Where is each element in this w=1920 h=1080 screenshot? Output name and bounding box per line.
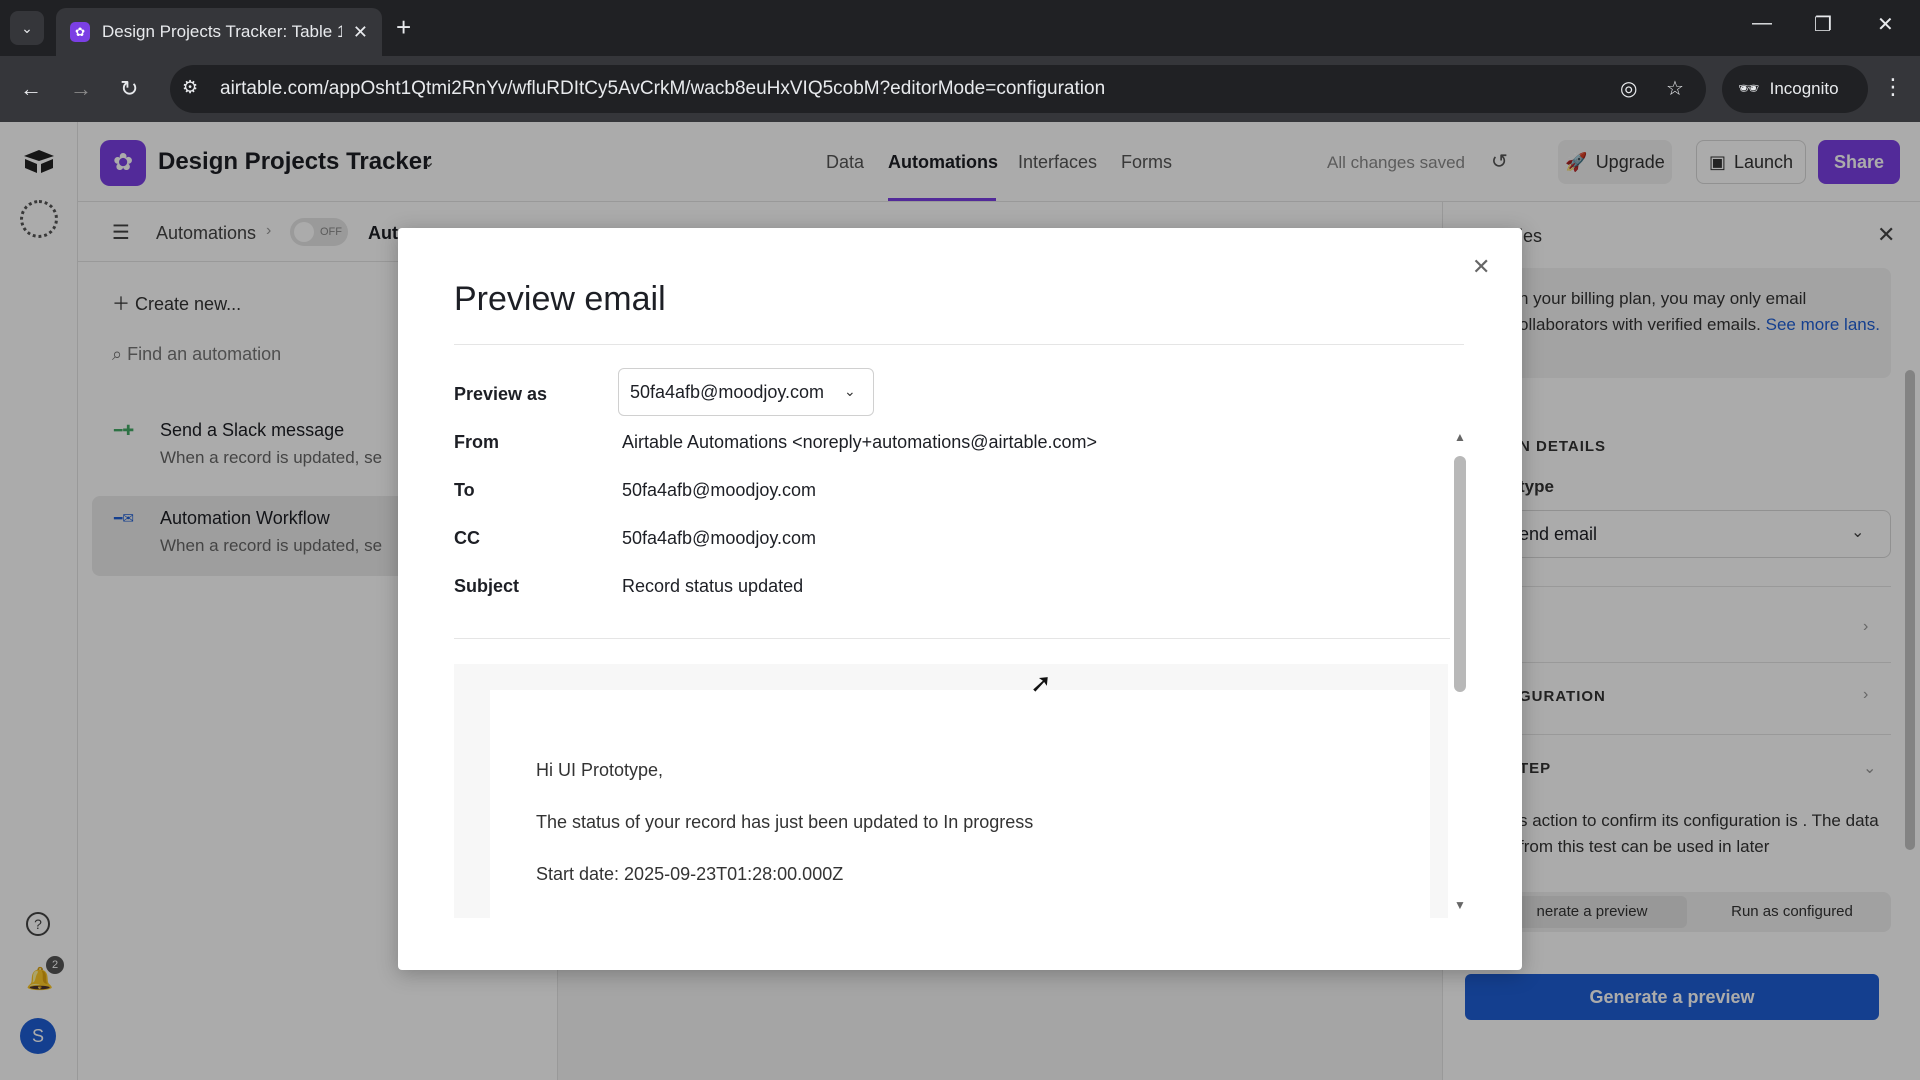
to-label: To <box>454 480 475 500</box>
divider <box>454 638 1450 639</box>
reload-icon[interactable]: ↻ <box>120 72 138 106</box>
forward-arrow-icon[interactable]: → <box>70 72 92 106</box>
tab-close-icon[interactable]: ✕ <box>353 22 368 43</box>
bookmark-star-icon[interactable]: ☆ <box>1666 76 1684 101</box>
preview-email-modal: ✕ Preview email Preview as 50fa4afb@mood… <box>398 228 1522 970</box>
modal-scrollbar-thumb[interactable] <box>1454 456 1466 692</box>
url-text[interactable]: airtable.com/appOsht1Qtmi2RnYv/wfluRDItC… <box>220 78 1105 100</box>
email-greeting: Hi UI Prototype, <box>536 760 664 780</box>
minimize-icon[interactable]: — <box>1752 12 1772 35</box>
airtable-favicon-icon: ✿ <box>70 22 90 42</box>
chevron-down-icon: ⌄ <box>844 383 856 399</box>
email-status-line: The status of your record has just been … <box>536 812 1034 832</box>
browser-menu-icon[interactable]: ⋮ <box>1882 74 1904 100</box>
site-info-icon[interactable]: ⚙ <box>182 77 198 98</box>
address-bar[interactable]: ⚙ airtable.com/appOsht1Qtmi2RnYv/wfluRDI… <box>170 65 1706 113</box>
email-start-date-line: Start date: 2025-09-23T01:28:00.000Z <box>536 864 844 884</box>
preview-as-label: Preview as <box>454 384 548 404</box>
subject-value: Record status updated <box>622 576 804 596</box>
scroll-down-arrow-icon[interactable]: ▼ <box>1454 898 1466 912</box>
cc-label: CC <box>454 528 480 548</box>
incognito-icon: 🕶 <box>1738 79 1760 98</box>
browser-tabstrip: ⌄ ✿ Design Projects Tracker: Table 1 ✕ +… <box>0 0 1920 56</box>
to-value: 50fa4afb@moodjoy.com <box>622 480 817 500</box>
tab-search-chevron-down-icon[interactable]: ⌄ <box>10 11 44 45</box>
cc-value: 50fa4afb@moodjoy.com <box>622 528 817 548</box>
incognito-label: Incognito <box>1769 79 1839 98</box>
from-value: Airtable Automations <noreply+automation… <box>622 432 1098 452</box>
window-close-icon[interactable]: ✕ <box>1877 12 1894 37</box>
tab-title: Design Projects Tracker: Table 1 <box>102 22 342 41</box>
mouse-cursor-icon: ➚ <box>1030 668 1052 698</box>
subject-label: Subject <box>454 576 520 596</box>
preview-as-value: 50fa4afb@moodjoy.com <box>630 382 825 402</box>
scroll-up-arrow-icon[interactable]: ▲ <box>1454 430 1466 444</box>
divider <box>454 344 1464 345</box>
browser-tab[interactable]: ✿ Design Projects Tracker: Table 1 ✕ <box>56 8 382 56</box>
browser-toolbar: ← → ↻ ⚙ airtable.com/appOsht1Qtmi2RnYv/w… <box>0 56 1920 122</box>
modal-close-icon[interactable]: ✕ <box>1472 254 1490 280</box>
new-tab-plus-icon[interactable]: + <box>396 12 411 42</box>
restore-icon[interactable]: ❐ <box>1814 12 1832 37</box>
incognito-indicator[interactable]: 🕶 Incognito <box>1722 65 1868 113</box>
modal-title: Preview email <box>454 280 666 318</box>
eye-off-icon[interactable]: ◎ <box>1620 76 1637 101</box>
back-arrow-icon[interactable]: ← <box>20 72 42 106</box>
from-label: From <box>454 432 499 452</box>
